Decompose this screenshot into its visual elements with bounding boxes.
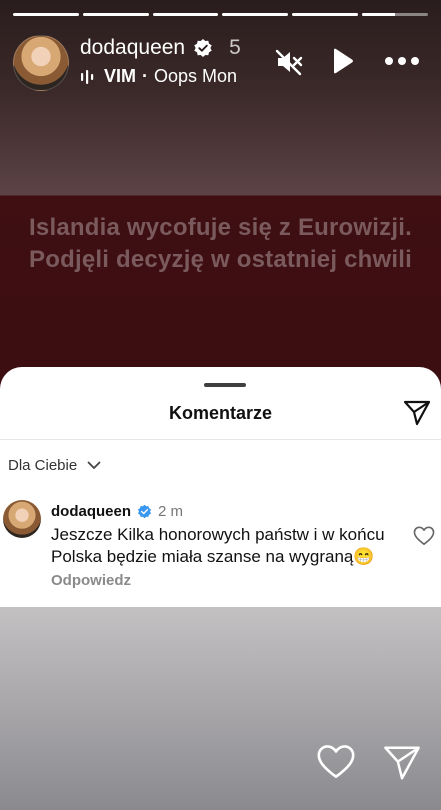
story-headline: Islandia wycofuje się z Eurowizji. Podję…	[29, 214, 412, 273]
story-avatar[interactable]	[13, 35, 69, 91]
comments-sheet: Komentarze Dla Ciebie dodaqueen 2 m Jesz…	[0, 367, 441, 607]
progress-segment	[152, 13, 219, 16]
music-info[interactable]: VIM · Oops Mon	[80, 66, 255, 87]
progress-segment	[362, 13, 428, 16]
comment-like-icon[interactable]	[413, 526, 435, 546]
progress-segment	[292, 13, 359, 16]
send-icon[interactable]	[382, 745, 422, 781]
filter-label: Dla Ciebie	[8, 457, 78, 474]
reply-button[interactable]: Odpowiedz	[51, 572, 131, 589]
audio-bars-icon	[81, 69, 94, 84]
play-icon[interactable]	[331, 47, 355, 75]
chevron-down-icon	[87, 461, 101, 469]
story-time: 5	[229, 36, 241, 59]
comment-header: dodaqueen 2 m	[51, 503, 183, 520]
music-artist: VIM	[104, 66, 137, 86]
story-username[interactable]: dodaqueen	[80, 36, 185, 60]
music-song: Oops Mon	[154, 66, 238, 86]
divider	[0, 439, 441, 440]
more-options-icon[interactable]	[384, 56, 420, 66]
verified-icon	[194, 39, 212, 57]
progress-segment	[13, 13, 79, 16]
progress-segment	[82, 13, 149, 16]
comment-text: Jeszcze Kilka honorowych państw i w końc…	[51, 525, 385, 566]
comment-time: 2 m	[158, 503, 184, 520]
sheet-title: Komentarze	[168, 403, 273, 423]
comment-avatar[interactable]	[3, 500, 41, 538]
mute-icon[interactable]	[274, 47, 304, 77]
comments-filter[interactable]: Dla Ciebie	[8, 457, 101, 474]
sheet-drag-handle[interactable]	[204, 383, 246, 387]
verified-icon	[137, 504, 152, 519]
progress-segment	[222, 13, 289, 16]
story-progress	[13, 13, 428, 16]
story-header: dodaqueen 5 VIM · Oops Mon	[80, 36, 255, 87]
comment-username[interactable]: dodaqueen	[51, 503, 131, 520]
like-icon[interactable]	[316, 744, 356, 780]
share-icon[interactable]	[403, 400, 431, 426]
